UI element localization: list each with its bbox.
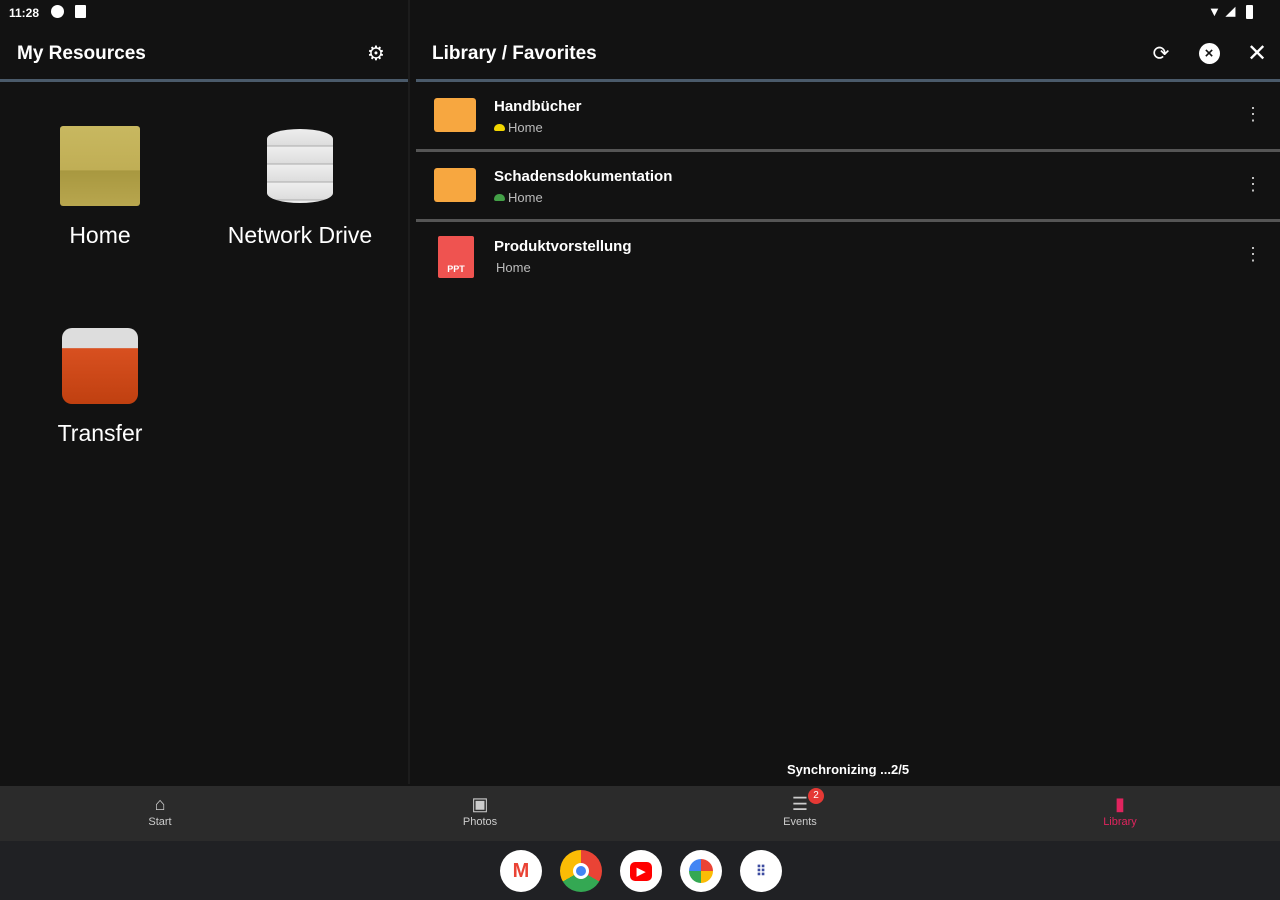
- events-icon: ☰: [791, 794, 809, 814]
- events-badge: 2: [808, 788, 824, 804]
- clock: 11:28: [9, 6, 40, 20]
- home-icon: ⌂: [154, 794, 166, 814]
- google-photos-icon[interactable]: [680, 850, 722, 892]
- sd-card-icon: [75, 5, 86, 18]
- gmail-icon[interactable]: M: [500, 850, 542, 892]
- app-drawer-icon[interactable]: ⠿: [740, 850, 782, 892]
- cloud-icon: [494, 194, 505, 201]
- image-icon: ▣: [471, 794, 489, 814]
- resource-label: Transfer: [57, 420, 143, 446]
- tab-library[interactable]: ▮ Library: [1070, 786, 1170, 841]
- close-icon[interactable]: ✕: [1244, 40, 1270, 67]
- more-options-icon[interactable]: ⋮: [1244, 104, 1262, 125]
- wifi-icon: ▼: [1208, 4, 1221, 19]
- tab-label: Photos: [462, 816, 498, 828]
- tab-label: Library: [1103, 816, 1137, 828]
- item-location: Home: [508, 120, 543, 135]
- clear-icon[interactable]: ×: [1196, 40, 1222, 66]
- resource-label: Home: [69, 222, 131, 248]
- list-item[interactable]: PPT Produktvorstellung Home ⋮: [416, 222, 1280, 292]
- dnd-icon: [51, 5, 64, 18]
- panel-header: Library / Favorites ⟳ × ✕: [416, 26, 1280, 82]
- sync-status: Synchronizing ...2/5: [787, 762, 910, 777]
- item-location: Home: [508, 190, 543, 205]
- chrome-icon[interactable]: [560, 850, 602, 892]
- item-location: Home: [496, 260, 531, 275]
- bottom-navigation: ⌂ Start ▣ Photos ☰ Events 2 ▮ Library: [0, 786, 1280, 841]
- library-icon: ▮: [1115, 794, 1125, 814]
- status-bar: 11:28 ▼ ◢: [0, 0, 1280, 26]
- library-panel: Library / Favorites ⟳ × ✕ Handbücher Hom…: [410, 26, 1280, 784]
- list-item[interactable]: Handbücher Home ⋮: [416, 82, 1280, 152]
- tab-photos[interactable]: ▣ Photos: [430, 786, 530, 841]
- app-dock: M ▶ ⠿: [0, 841, 1280, 900]
- tab-label: Events: [783, 816, 817, 828]
- resource-transfer[interactable]: Transfer: [5, 328, 195, 447]
- folder-icon: [434, 98, 476, 132]
- youtube-icon[interactable]: ▶: [620, 850, 662, 892]
- sync-icon[interactable]: ⟳: [1148, 40, 1174, 66]
- tab-start[interactable]: ⌂ Start: [110, 786, 210, 841]
- panel-header: My Resources ⚙: [0, 26, 408, 82]
- settings-icon[interactable]: ⚙: [363, 40, 389, 66]
- more-options-icon[interactable]: ⋮: [1244, 244, 1262, 265]
- file-type-label: PPT: [447, 264, 465, 274]
- resource-network-drive[interactable]: Network Drive: [205, 126, 395, 249]
- home-drive-icon: [60, 126, 140, 206]
- more-options-icon[interactable]: ⋮: [1244, 174, 1262, 195]
- tab-label: Start: [148, 816, 172, 828]
- item-name: Schadensdokumentation: [494, 168, 673, 185]
- signal-icon: ◢: [1226, 4, 1236, 18]
- ppt-file-icon: PPT: [438, 236, 474, 278]
- cloud-icon: [494, 124, 505, 131]
- my-resources-panel: My Resources ⚙ Home Network Drive Transf…: [0, 26, 408, 784]
- battery-icon: [1246, 5, 1253, 19]
- panel-title: Library / Favorites: [432, 43, 597, 64]
- list-item[interactable]: Schadensdokumentation Home ⋮: [416, 152, 1280, 222]
- folder-icon: [434, 168, 476, 202]
- resource-label: Network Drive: [227, 222, 373, 248]
- resource-home[interactable]: Home: [5, 126, 195, 249]
- item-name: Handbücher: [494, 98, 582, 115]
- item-name: Produktvorstellung: [494, 238, 632, 255]
- panel-title: My Resources: [17, 43, 146, 64]
- database-icon: [267, 129, 333, 203]
- transfer-icon: [62, 328, 138, 404]
- tab-events[interactable]: ☰ Events 2: [750, 786, 850, 841]
